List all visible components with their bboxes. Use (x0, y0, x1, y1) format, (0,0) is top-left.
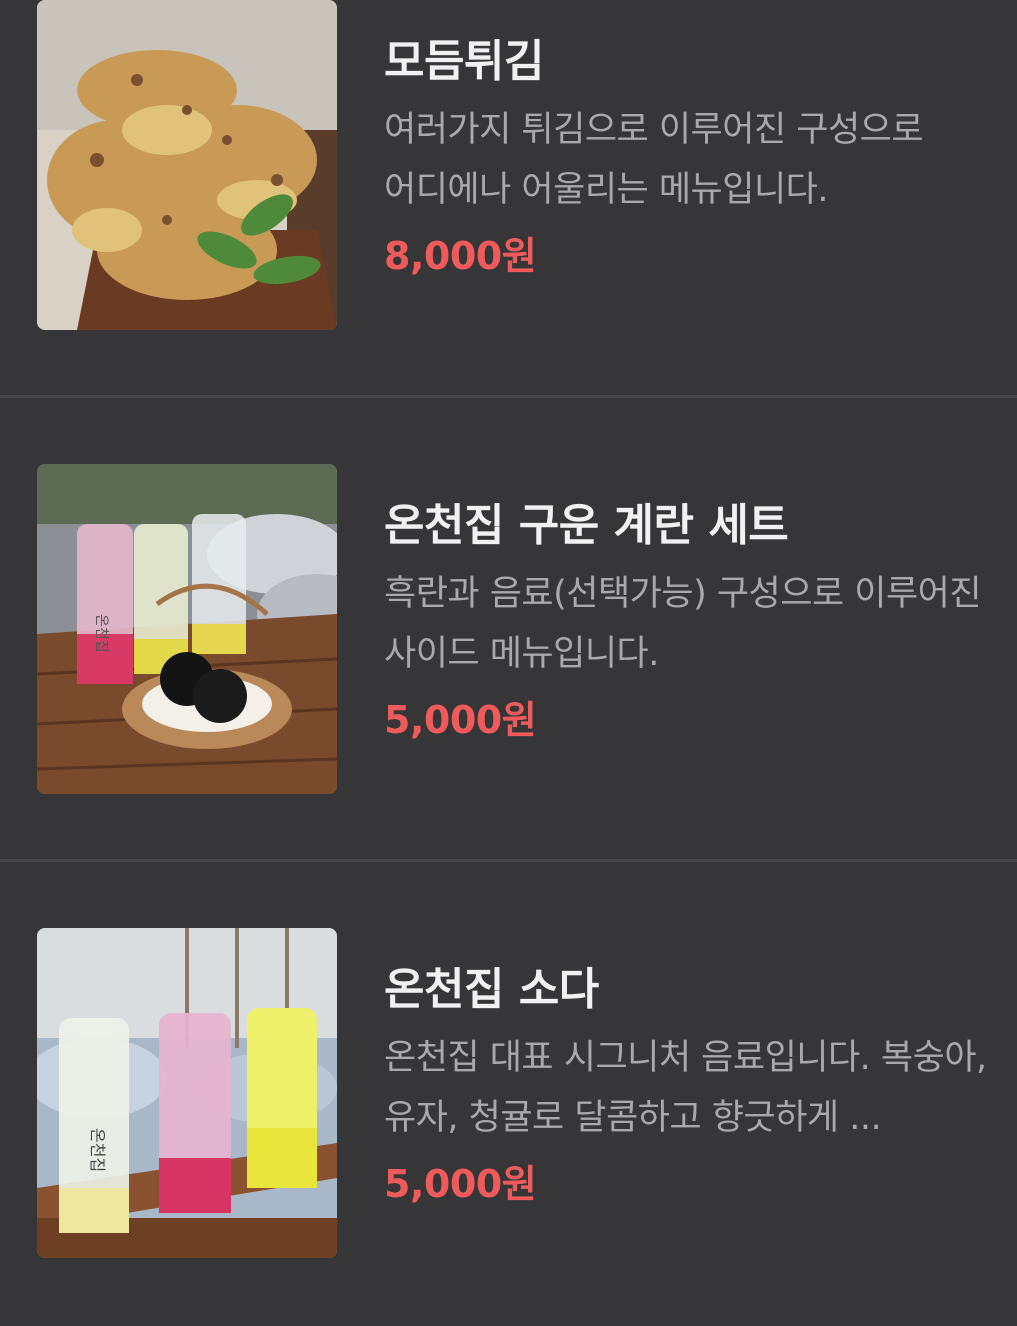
menu-item-name: 모듬튀김 (384, 36, 544, 87)
svg-text:온천집: 온천집 (93, 614, 109, 653)
menu-item-photo: 온천집 (37, 928, 337, 1258)
menu-item-description: 흑란과 음료(선택가능) 구성으로 이루어진 사이드 메뉴입니다. (384, 574, 982, 674)
menu-item-name: 온천집 구운 계란 세트 (384, 500, 789, 551)
menu-item-price: 5,000원 (384, 698, 537, 742)
menu-item-info: 모듬튀김 여러가지 튀김으로 이루어진 구성으로 어디에나 어울리는 메뉴입니다… (384, 34, 1004, 284)
menu-item-photo (37, 0, 337, 330)
fried-platter-photo (37, 0, 337, 330)
menu-item-description: 온천집 대표 시그니처 음료입니다. 복숭아, 유자, 청귤로 달콤하고 향긋하… (384, 1038, 987, 1138)
menu-item-soda[interactable]: 온천집 온천집 소다 온천집 대표 시그니처 음료입니다. 복숭아, 유자, 청… (0, 862, 1017, 1326)
menu-item-fried-platter[interactable]: 모듬튀김 여러가지 튀김으로 이루어진 구성으로 어디에나 어울리는 메뉴입니다… (0, 0, 1017, 398)
menu-item-price: 5,000원 (384, 1162, 537, 1206)
egg-set-photo: 온천집 (37, 464, 337, 794)
menu-item-info: 온천집 구운 계란 세트 흑란과 음료(선택가능) 구성으로 이루어진 사이드 … (384, 498, 1004, 748)
menu-item-name: 온천집 소다 (384, 964, 599, 1015)
menu-item-info: 온천집 소다 온천집 대표 시그니처 음료입니다. 복숭아, 유자, 청귤로 달… (384, 962, 1004, 1212)
menu-item-description: 여러가지 튀김으로 이루어진 구성으로 어디에나 어울리는 메뉴입니다. (384, 110, 924, 210)
soda-photo: 온천집 (37, 928, 337, 1258)
menu-item-price: 8,000원 (384, 234, 537, 278)
svg-text:온천집: 온천집 (88, 1128, 107, 1172)
menu-item-photo: 온천집 (37, 464, 337, 794)
menu-item-egg-set[interactable]: 온천집 온천집 구운 계란 세트 흑란과 음료(선택가능) 구성으로 이루어진 … (0, 398, 1017, 862)
